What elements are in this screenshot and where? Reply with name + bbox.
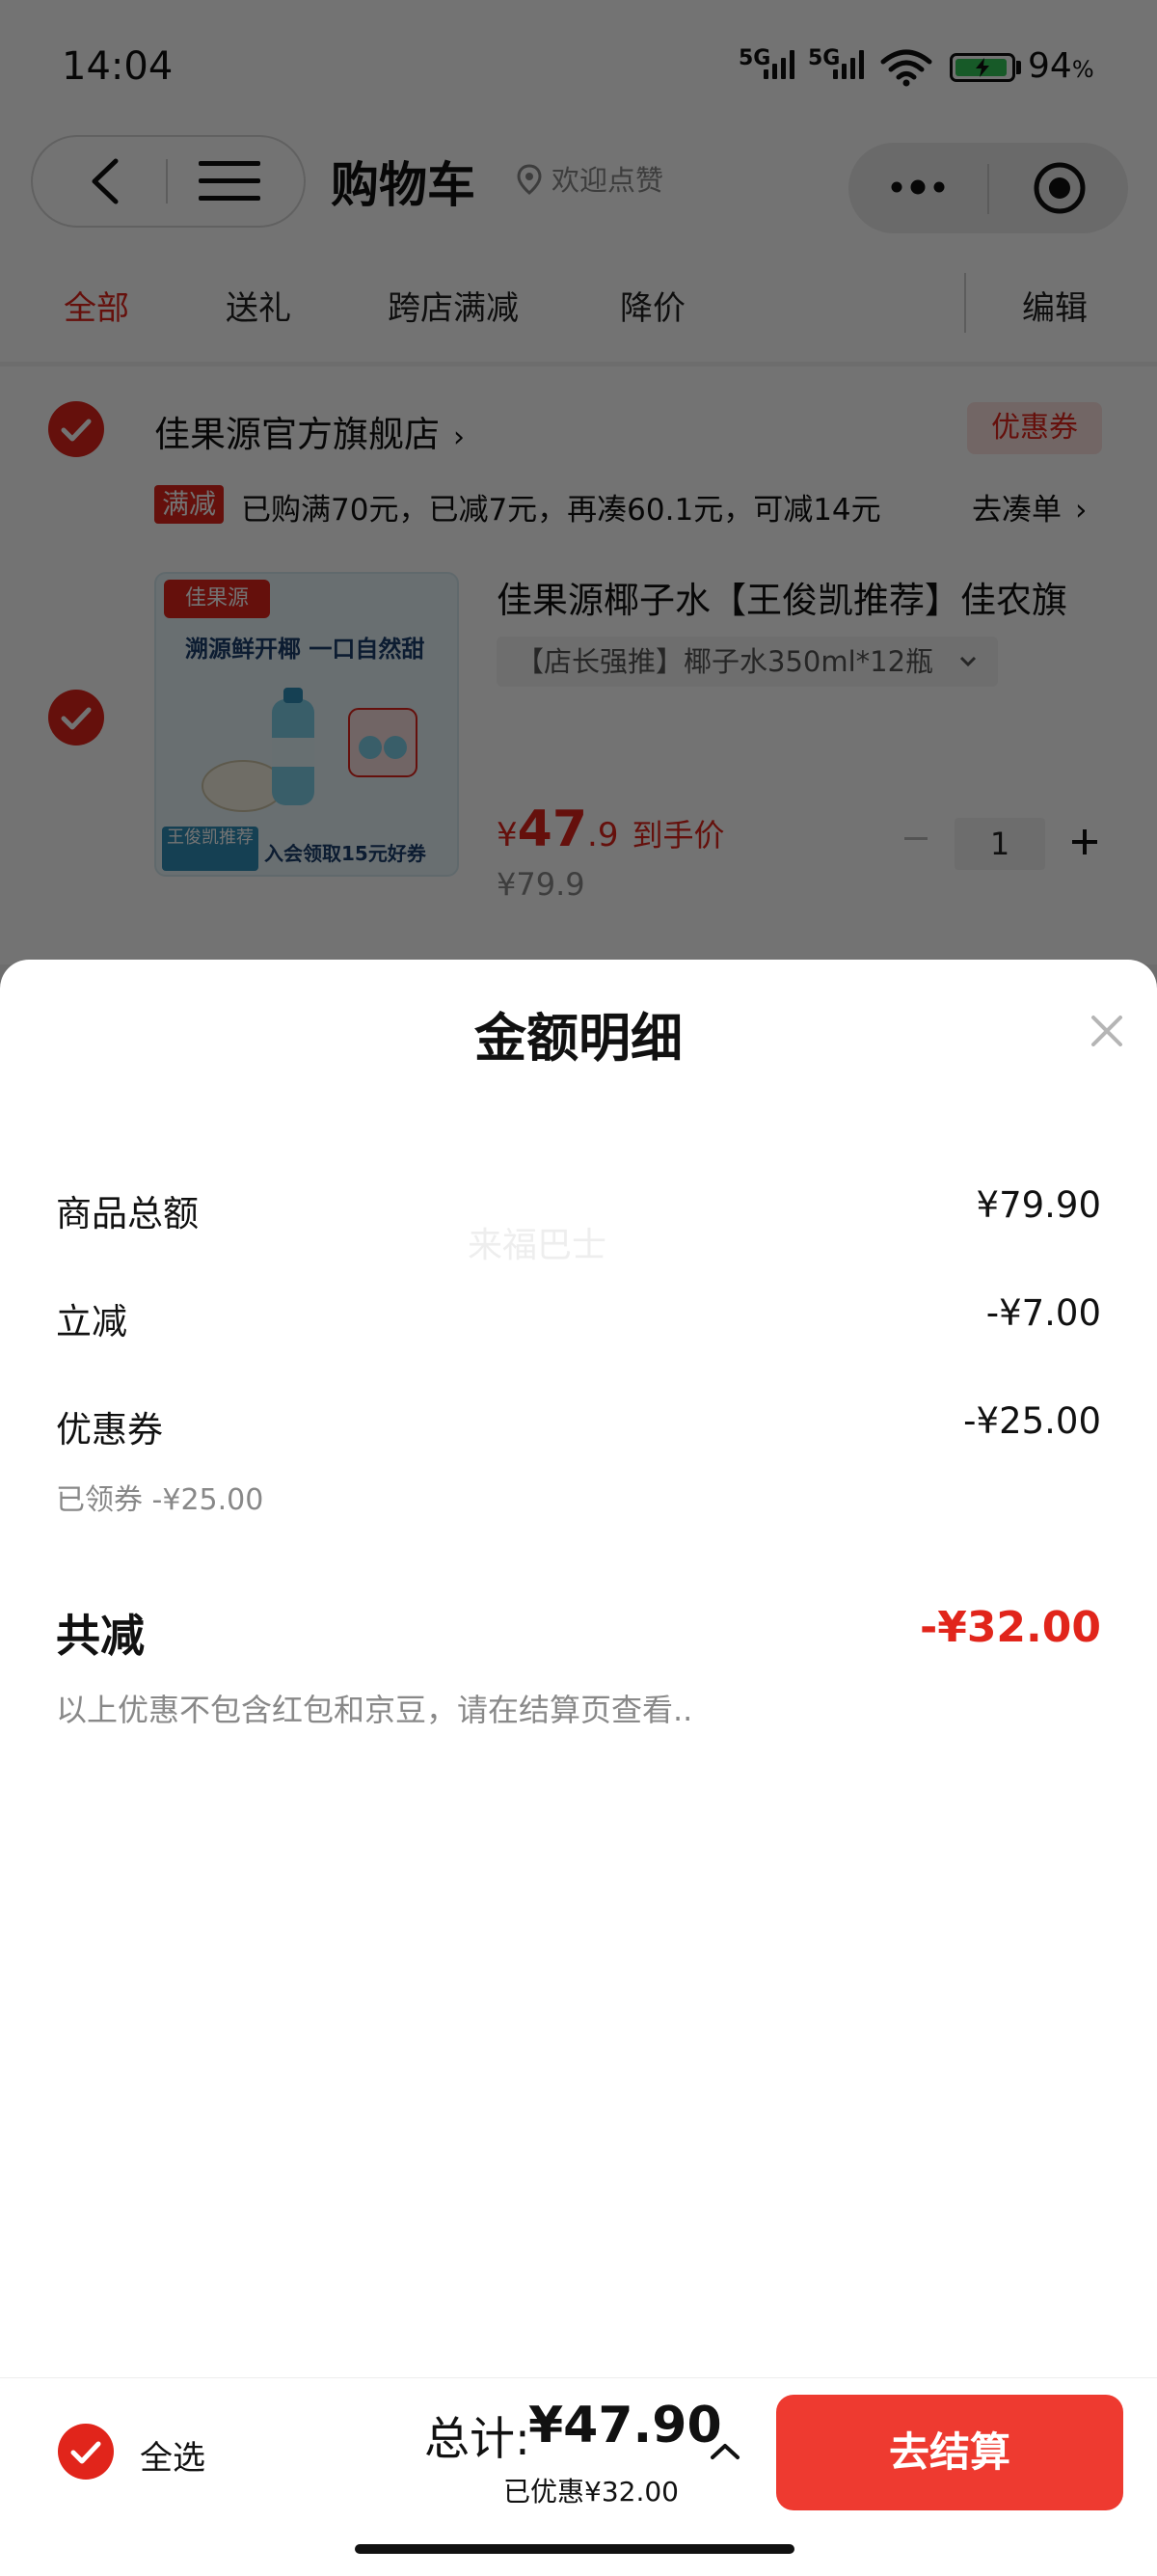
edit-button[interactable]: 编辑 — [1022, 282, 1088, 329]
more-icon[interactable] — [887, 176, 949, 199]
tab-price-drop[interactable]: 降价 — [620, 282, 686, 329]
signal-label-2: 5G — [808, 46, 841, 70]
image-brand: 佳果源 — [164, 580, 270, 618]
battery-tip — [1016, 61, 1021, 74]
check-icon — [61, 419, 92, 442]
select-all-label[interactable]: 全选 — [140, 2431, 205, 2479]
battery-icon — [950, 53, 1015, 82]
image-slogan: 溯源鲜开椰 一口自然甜 — [185, 636, 425, 663]
product-image[interactable]: 佳果源 溯源鲜开椰 一口自然甜 王俊凯推荐 入会领取15元好券 — [154, 572, 459, 877]
checkout-button[interactable]: 去结算 — [776, 2395, 1123, 2510]
image-coupon-text: 入会领取15元好券 — [264, 842, 426, 865]
wifi-icon — [880, 49, 932, 87]
row-label-goods-total: 商品总额 — [56, 1193, 199, 1234]
quantity-value[interactable]: 1 — [955, 818, 1045, 870]
product-checkbox[interactable] — [48, 690, 104, 746]
tab-divider — [964, 273, 966, 333]
total-label: 总计: — [424, 2413, 530, 2466]
battery-percent: 94% — [1028, 46, 1094, 86]
store-checkbox[interactable] — [48, 401, 104, 457]
row-label-instant-discount: 立减 — [56, 1301, 127, 1342]
sheet-title: 金额明细 — [474, 1008, 683, 1069]
page-title: 购物车 — [331, 157, 475, 213]
back-icon[interactable] — [87, 157, 125, 205]
status-time: 14:04 — [62, 44, 174, 89]
row-value-coupon: -¥25.00 — [963, 1400, 1101, 1442]
row-value-goods-total: ¥79.90 — [976, 1184, 1101, 1226]
row-label-coupon: 优惠券 — [56, 1409, 163, 1451]
tab-cross-store[interactable]: 跨店满减 — [388, 282, 519, 329]
total-discount-value: -¥32.00 — [919, 1603, 1101, 1652]
check-icon — [70, 2441, 101, 2464]
home-indicator[interactable] — [355, 2544, 794, 2554]
coupon-tag[interactable]: 优惠券 — [967, 402, 1102, 454]
nav-capsule — [31, 135, 306, 228]
capsule-divider — [166, 159, 168, 203]
capsule-right-divider — [987, 164, 989, 214]
tab-all[interactable]: 全部 — [64, 282, 129, 329]
amount-detail-sheet — [0, 960, 1157, 2377]
promo-text: 已购满70元，已减7元，再凑60.1元，可减14元 — [241, 493, 881, 528]
menu-icon[interactable] — [199, 159, 260, 203]
product-title[interactable]: 佳果源椰子水【王俊凯推荐】佳农旗 — [497, 571, 1067, 623]
original-price: ¥79.9 — [497, 866, 585, 903]
saved-amount: 已优惠¥32.00 — [503, 2476, 679, 2508]
welcome-text[interactable]: 欢迎点赞 — [552, 158, 663, 199]
coupon-note: 已领券 -¥25.00 — [56, 1483, 264, 1517]
chevron-down-icon — [959, 656, 977, 667]
plus-icon[interactable] — [1072, 829, 1097, 854]
coconut-bottle-illustration — [202, 688, 417, 812]
chevron-up-icon[interactable] — [709, 2440, 741, 2461]
product-spec-selector[interactable]: 【店长强推】椰子水350ml*12瓶 — [497, 637, 998, 687]
close-miniapp-icon[interactable] — [1032, 160, 1088, 216]
signal-label-1: 5G — [739, 46, 771, 70]
watermark: 来福巴士 — [468, 1226, 607, 1265]
product-price: ¥47.9 到手价 — [497, 800, 725, 858]
close-icon[interactable] — [1088, 1012, 1126, 1050]
discount-disclaimer: 以上优惠不包含红包和京豆，请在结算页查看.. — [56, 1692, 693, 1728]
row-value-instant-discount: -¥7.00 — [985, 1292, 1101, 1334]
charging-bolt-icon — [976, 58, 989, 77]
total-discount-label: 共减 — [56, 1610, 145, 1662]
store-name[interactable]: 佳果源官方旗舰店 › — [154, 405, 465, 457]
total-value: ¥47.90 — [528, 2397, 722, 2454]
tab-gift[interactable]: 送礼 — [226, 282, 291, 329]
add-on-link[interactable]: 去凑单 › — [972, 485, 1087, 529]
select-all-checkbox[interactable] — [58, 2424, 114, 2480]
location-icon — [517, 164, 542, 195]
minus-icon[interactable] — [904, 837, 928, 840]
status-bar: 14:04 5G 5G 94% — [0, 0, 1157, 135]
image-badge: 王俊凯推荐 — [162, 827, 258, 871]
promo-tag: 满减 — [154, 485, 224, 524]
check-icon — [61, 707, 92, 730]
